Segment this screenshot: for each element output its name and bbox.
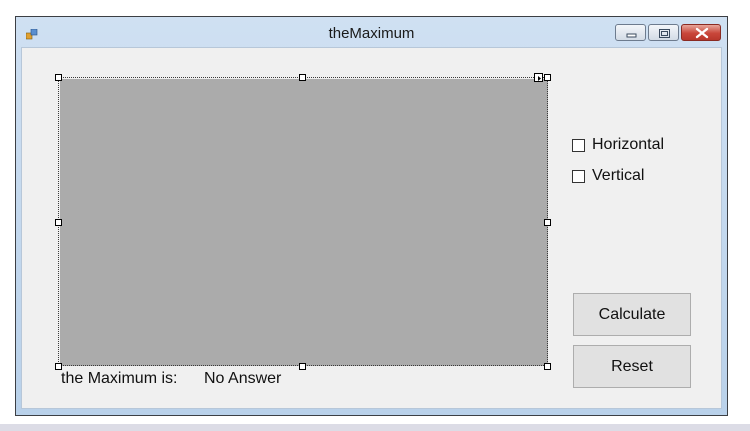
minimize-button[interactable]: [615, 24, 646, 41]
caption-buttons: [615, 24, 721, 42]
close-icon: [695, 27, 709, 39]
calculate-button[interactable]: Calculate: [573, 293, 691, 336]
close-button[interactable]: [681, 24, 721, 41]
minimize-icon: [626, 33, 637, 38]
selection-outline: [58, 77, 548, 366]
desktop-strip: [0, 424, 750, 431]
smart-tag-arrow-icon: [538, 76, 541, 81]
smart-tag-button[interactable]: [534, 73, 543, 82]
maximize-button[interactable]: [648, 24, 679, 41]
horizontal-label: Horizontal: [592, 136, 665, 153]
resize-handle-bottom-right[interactable]: [544, 363, 551, 370]
resize-handle-top-left[interactable]: [55, 74, 62, 81]
vertical-checkbox[interactable]: [572, 169, 585, 183]
vertical-label: Vertical: [592, 167, 645, 184]
app-window: theMaximum Horizontal Vertical Calculate…: [15, 16, 728, 416]
result-value: No Answer: [204, 370, 282, 387]
resize-handle-bottom-middle[interactable]: [299, 363, 306, 370]
resize-handle-top-middle[interactable]: [299, 74, 306, 81]
form-client-area: Horizontal Vertical Calculate Reset the …: [21, 47, 722, 409]
resize-handle-middle-right[interactable]: [544, 219, 551, 226]
horizontal-checkbox-row[interactable]: Horizontal: [572, 136, 664, 154]
result-label: the Maximum is:: [61, 370, 178, 387]
title-bar[interactable]: theMaximum: [16, 17, 727, 47]
horizontal-checkbox[interactable]: [572, 138, 585, 152]
maximize-icon: [659, 29, 670, 38]
resize-handle-top-right[interactable]: [544, 74, 551, 81]
reset-button[interactable]: Reset: [573, 345, 691, 388]
resize-handle-middle-left[interactable]: [55, 219, 62, 226]
vertical-checkbox-row[interactable]: Vertical: [572, 167, 644, 185]
resize-handle-bottom-left[interactable]: [55, 363, 62, 370]
